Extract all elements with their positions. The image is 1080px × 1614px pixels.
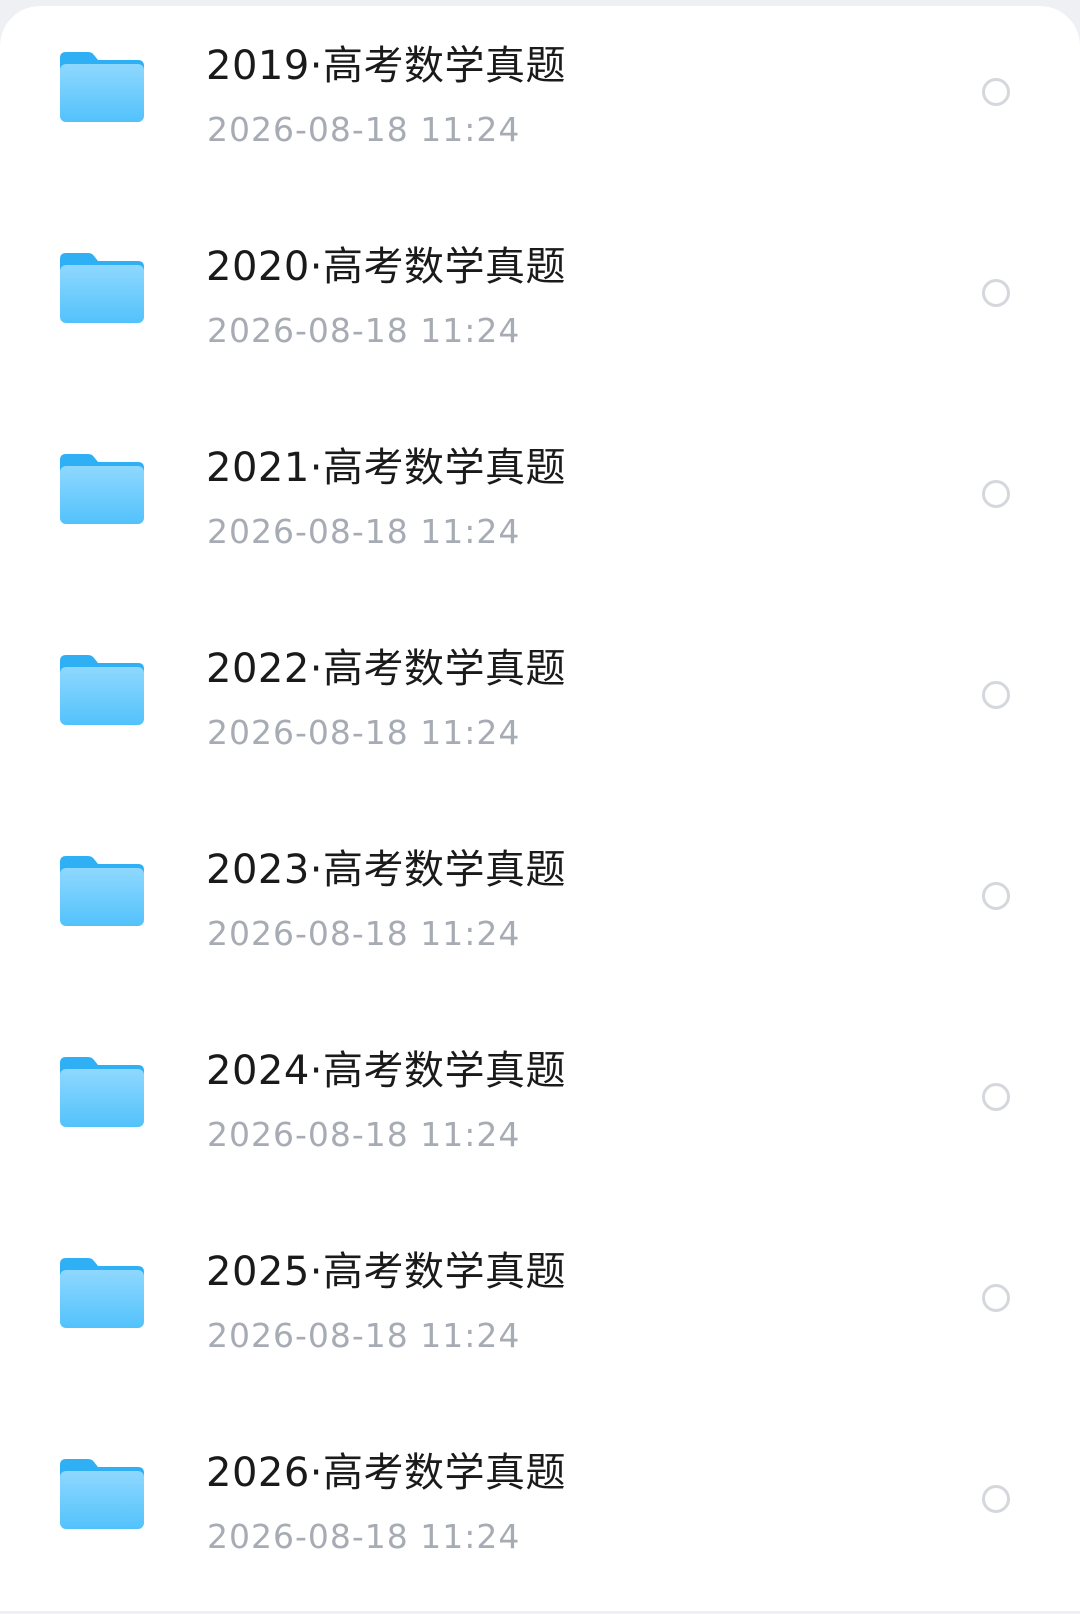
folder-modified-time: 2026-08-18 11:24 [207,713,521,752]
select-radio-button[interactable] [982,882,1010,910]
folder-icon [58,1053,146,1129]
folder-icon [58,852,146,928]
list-item[interactable]: 2020·高考数学真题 2026-08-18 11:24 [0,207,1080,408]
select-radio-button[interactable] [982,480,1010,508]
folder-icon [58,1254,146,1330]
select-radio-button[interactable] [982,1083,1010,1111]
folder-modified-time: 2026-08-18 11:24 [207,110,521,149]
folder-modified-time: 2026-08-18 11:24 [207,1316,521,1355]
folder-name: 2020·高考数学真题 [206,244,567,290]
list-item[interactable]: 2021·高考数学真题 2026-08-18 11:24 [0,408,1080,609]
select-radio-button[interactable] [982,681,1010,709]
select-radio-button[interactable] [982,1485,1010,1513]
folder-modified-time: 2026-08-18 11:24 [207,1115,521,1154]
folder-name: 2024·高考数学真题 [206,1048,567,1094]
file-list: 2019·高考数学真题 2026-08-18 11:24 2020·高考数学真题… [0,6,1080,1614]
folder-name: 2023·高考数学真题 [206,847,567,893]
file-list-sheet: 2019·高考数学真题 2026-08-18 11:24 2020·高考数学真题… [0,6,1080,1611]
list-item[interactable]: 2024·高考数学真题 2026-08-18 11:24 [0,1011,1080,1212]
folder-modified-time: 2026-08-18 11:24 [207,1517,521,1556]
folder-name: 2022·高考数学真题 [206,646,567,692]
list-item[interactable]: 2023·高考数学真题 2026-08-18 11:24 [0,810,1080,1011]
folder-name: 2026·高考数学真题 [206,1450,567,1496]
list-item[interactable]: 2019·高考数学真题 2026-08-18 11:24 [0,6,1080,207]
select-radio-button[interactable] [982,1284,1010,1312]
folder-modified-time: 2026-08-18 11:24 [207,914,521,953]
list-item[interactable]: 2025·高考数学真题 2026-08-18 11:24 [0,1212,1080,1413]
folder-icon [58,48,146,124]
folder-modified-time: 2026-08-18 11:24 [207,512,521,551]
list-item[interactable]: 2026·高考数学真题 2026-08-18 11:24 [0,1413,1080,1614]
folder-name: 2019·高考数学真题 [206,43,567,89]
folder-icon [58,249,146,325]
folder-icon [58,651,146,727]
list-item[interactable]: 2022·高考数学真题 2026-08-18 11:24 [0,609,1080,810]
folder-name: 2025·高考数学真题 [206,1249,567,1295]
folder-modified-time: 2026-08-18 11:24 [207,311,521,350]
folder-icon [58,1455,146,1531]
folder-icon [58,450,146,526]
select-radio-button[interactable] [982,78,1010,106]
select-radio-button[interactable] [982,279,1010,307]
folder-name: 2021·高考数学真题 [206,445,567,491]
